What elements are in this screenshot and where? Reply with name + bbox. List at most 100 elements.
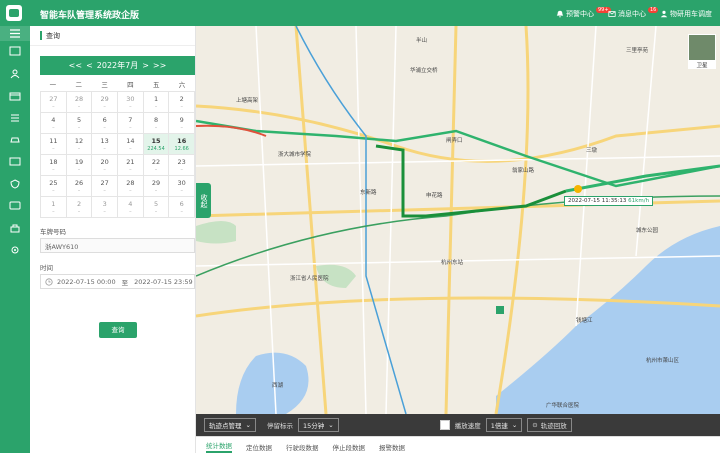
chat-icon[interactable] — [9, 201, 21, 211]
car-icon[interactable] — [9, 135, 21, 145]
next-year-button[interactable]: >> — [153, 61, 166, 70]
day-number: 22 — [151, 158, 161, 166]
calendar-day[interactable]: 29– — [92, 92, 119, 113]
speed-label: 播放速度 — [454, 422, 481, 430]
calendar-day[interactable]: 1– — [41, 197, 67, 218]
tab-stopping[interactable]: 停止段数据 — [333, 442, 366, 453]
app-logo — [6, 5, 22, 21]
user-menu[interactable]: 物研用车调度 — [660, 9, 712, 19]
map-label: 申花路 — [426, 193, 443, 199]
replay-button[interactable]: ⊙ 轨迹回放 — [527, 418, 572, 432]
day-mileage: – — [129, 125, 132, 131]
map-canvas[interactable] — [196, 26, 720, 414]
day-mileage: – — [103, 146, 106, 152]
prev-month-button[interactable]: < — [86, 61, 93, 70]
calendar-day[interactable]: 14– — [118, 134, 144, 155]
day-number: 9 — [179, 116, 184, 124]
calendar-day[interactable]: 26– — [66, 176, 93, 197]
tab-alarms[interactable]: 报警数据 — [379, 442, 405, 453]
day-mileage: – — [77, 146, 81, 152]
calendar-day[interactable]: 5– — [143, 197, 170, 218]
shield-icon[interactable] — [9, 179, 21, 189]
calendar-day[interactable]: 6– — [92, 113, 119, 134]
calendar-day[interactable]: 8– — [143, 113, 170, 134]
calendar-day[interactable]: 5– — [66, 113, 93, 134]
messages-button[interactable]: 消息中心 16 — [608, 7, 659, 19]
day-number: 2 — [179, 95, 184, 103]
calendar-day[interactable]: 13– — [92, 134, 119, 155]
calendar-day[interactable]: 29– — [143, 176, 170, 197]
calendar-day[interactable]: 15 224.54 — [143, 134, 170, 155]
calendar-day[interactable]: 11– — [41, 134, 67, 155]
chevron-down-icon: ⌄ — [328, 421, 334, 429]
calendar-day[interactable]: 12– — [66, 134, 93, 155]
calendar-day[interactable]: 25– — [41, 176, 67, 197]
day-number: 29 — [151, 179, 161, 187]
calendar-day[interactable]: 9– — [169, 113, 196, 134]
calendar-day[interactable]: 1– — [143, 92, 170, 113]
time-range-input[interactable]: 2022-07-15 00:00 至 2022-07-15 23:59 — [40, 274, 195, 289]
next-month-button[interactable]: > — [142, 61, 149, 70]
list-icon[interactable] — [9, 113, 21, 123]
day-number: 25 — [49, 179, 58, 187]
calendar-day[interactable]: 23– — [169, 155, 196, 176]
map-label: 三里亭苑 — [626, 48, 649, 54]
weekday-label: 六 — [178, 80, 186, 89]
speed-checkbox[interactable] — [439, 420, 450, 430]
satellite-label[interactable]: 卫星 — [688, 61, 716, 69]
day-mileage: – — [154, 104, 158, 110]
day-mileage: – — [103, 104, 106, 110]
map-view[interactable]: 华浦立交桥 上塘高架 浙大城市学院 东新路 半山 翁家山路 申花路 闸弄口 杭州… — [196, 26, 720, 414]
stop-duration-select[interactable]: 15分钟 ⌄ — [297, 418, 339, 432]
calendar-day[interactable]: 28– — [118, 176, 144, 197]
calendar-week: 18–19–20–21–22–23– — [41, 155, 196, 176]
calendar-day[interactable]: 4– — [118, 197, 144, 218]
card-icon[interactable] — [9, 91, 21, 101]
tab-location[interactable]: 定位数据 — [246, 442, 272, 453]
collapse-panel-button[interactable]: 收起 — [196, 183, 211, 218]
users-icon[interactable] — [9, 69, 21, 79]
day-mileage: – — [180, 188, 183, 194]
plate-input[interactable]: 浙AWY610 — [40, 238, 195, 253]
calendar-day[interactable]: 7– — [118, 113, 144, 134]
calendar-day[interactable]: 28– — [66, 92, 93, 113]
lock-icon[interactable] — [9, 223, 21, 233]
calendar-day[interactable]: 18– — [41, 155, 67, 176]
dashboard-icon[interactable] — [9, 46, 21, 56]
calendar-day[interactable]: 30– — [118, 92, 144, 113]
calendar-day[interactable]: 3– — [92, 197, 119, 218]
alerts-button[interactable]: 预警中心 99+ — [556, 7, 611, 19]
calendar-day[interactable]: 2– — [169, 92, 196, 113]
calendar-day[interactable]: 27– — [92, 176, 119, 197]
satellite-toggle[interactable] — [688, 34, 716, 61]
calendar-day[interactable]: 4– — [41, 113, 67, 134]
calendar-day[interactable]: 6– — [169, 197, 196, 218]
calendar-day[interactable]: 30– — [169, 176, 196, 197]
map-label: 西湖 — [272, 383, 284, 389]
menu-toggle-icon[interactable] — [0, 26, 30, 41]
day-mileage: – — [180, 167, 183, 173]
calendar-day[interactable]: 27– — [41, 92, 67, 113]
day-number: 13 — [100, 137, 109, 145]
prev-year-button[interactable]: << — [69, 61, 82, 70]
map-label: 杭州市萧山区 — [646, 358, 680, 364]
monitor-icon[interactable] — [9, 157, 21, 167]
day-mileage: – — [154, 125, 158, 131]
calendar-day[interactable]: 21– — [118, 155, 144, 176]
track-point-label: 轨迹点管理 — [209, 422, 242, 430]
query-button[interactable]: 查询 — [99, 322, 137, 338]
calendar-day[interactable]: 20– — [92, 155, 119, 176]
calendar-day[interactable]: 22– — [143, 155, 170, 176]
calendar-day[interactable]: 16 12.66 — [169, 134, 196, 155]
tab-driving[interactable]: 行驶段数据 — [286, 442, 319, 453]
speed-select[interactable]: 1倍速 ⌄ — [485, 418, 523, 432]
day-mileage: – — [52, 167, 55, 173]
calendar-day[interactable]: 19– — [66, 155, 93, 176]
day-mileage: – — [154, 167, 158, 173]
map-label: 杭州东站 — [441, 260, 464, 266]
calendar-day[interactable]: 2– — [66, 197, 93, 218]
gear-icon[interactable] — [9, 245, 21, 255]
track-point-select[interactable]: 轨迹点管理 ⌄ — [204, 418, 256, 432]
tab-stats[interactable]: 统计数据 — [206, 440, 232, 453]
top-bar: 智能车队管理系统政企版 预警中心 99+ 消息中心 16 物研用车调度 — [0, 0, 720, 26]
